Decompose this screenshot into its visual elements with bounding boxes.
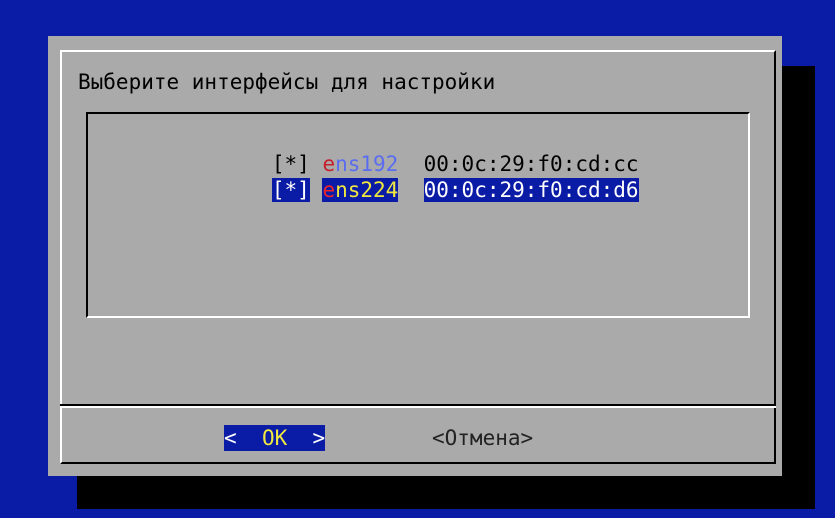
hotkey-letter: e bbox=[322, 178, 336, 202]
ok-right-bracket: > bbox=[312, 426, 326, 450]
interface-name-rest: ns224 bbox=[335, 178, 399, 202]
interface-select-dialog: Выберите интерфейсы для настройки [*] en… bbox=[48, 36, 782, 476]
button-separator bbox=[60, 404, 776, 408]
list-item-ens224[interactable]: [*] ens224 00:0c:29:f0:cd:d6 bbox=[196, 154, 639, 202]
screen: { "dialog": { "title": "Выберите интерфе… bbox=[0, 0, 835, 518]
checkbox-ens224[interactable]: [*] bbox=[271, 178, 310, 202]
dialog-title: Выберите интерфейсы для настройки bbox=[78, 70, 496, 94]
ok-left-bracket: < bbox=[224, 426, 237, 450]
ok-button-label: OK bbox=[261, 426, 288, 450]
ok-button[interactable]: < OK > bbox=[224, 425, 326, 451]
list-item-ens192[interactable]: [*] ens192 00:0c:29:f0:cd:cc bbox=[196, 128, 639, 176]
interface-name-ens224: ens224 bbox=[322, 178, 399, 202]
mac-address-ens224: 00:0c:29:f0:cd:d6 bbox=[423, 178, 639, 202]
interface-list: [*] ens192 00:0c:29:f0:cd:cc [*] ens224 … bbox=[86, 112, 750, 318]
cancel-button[interactable]: <Отмена> bbox=[432, 425, 533, 451]
